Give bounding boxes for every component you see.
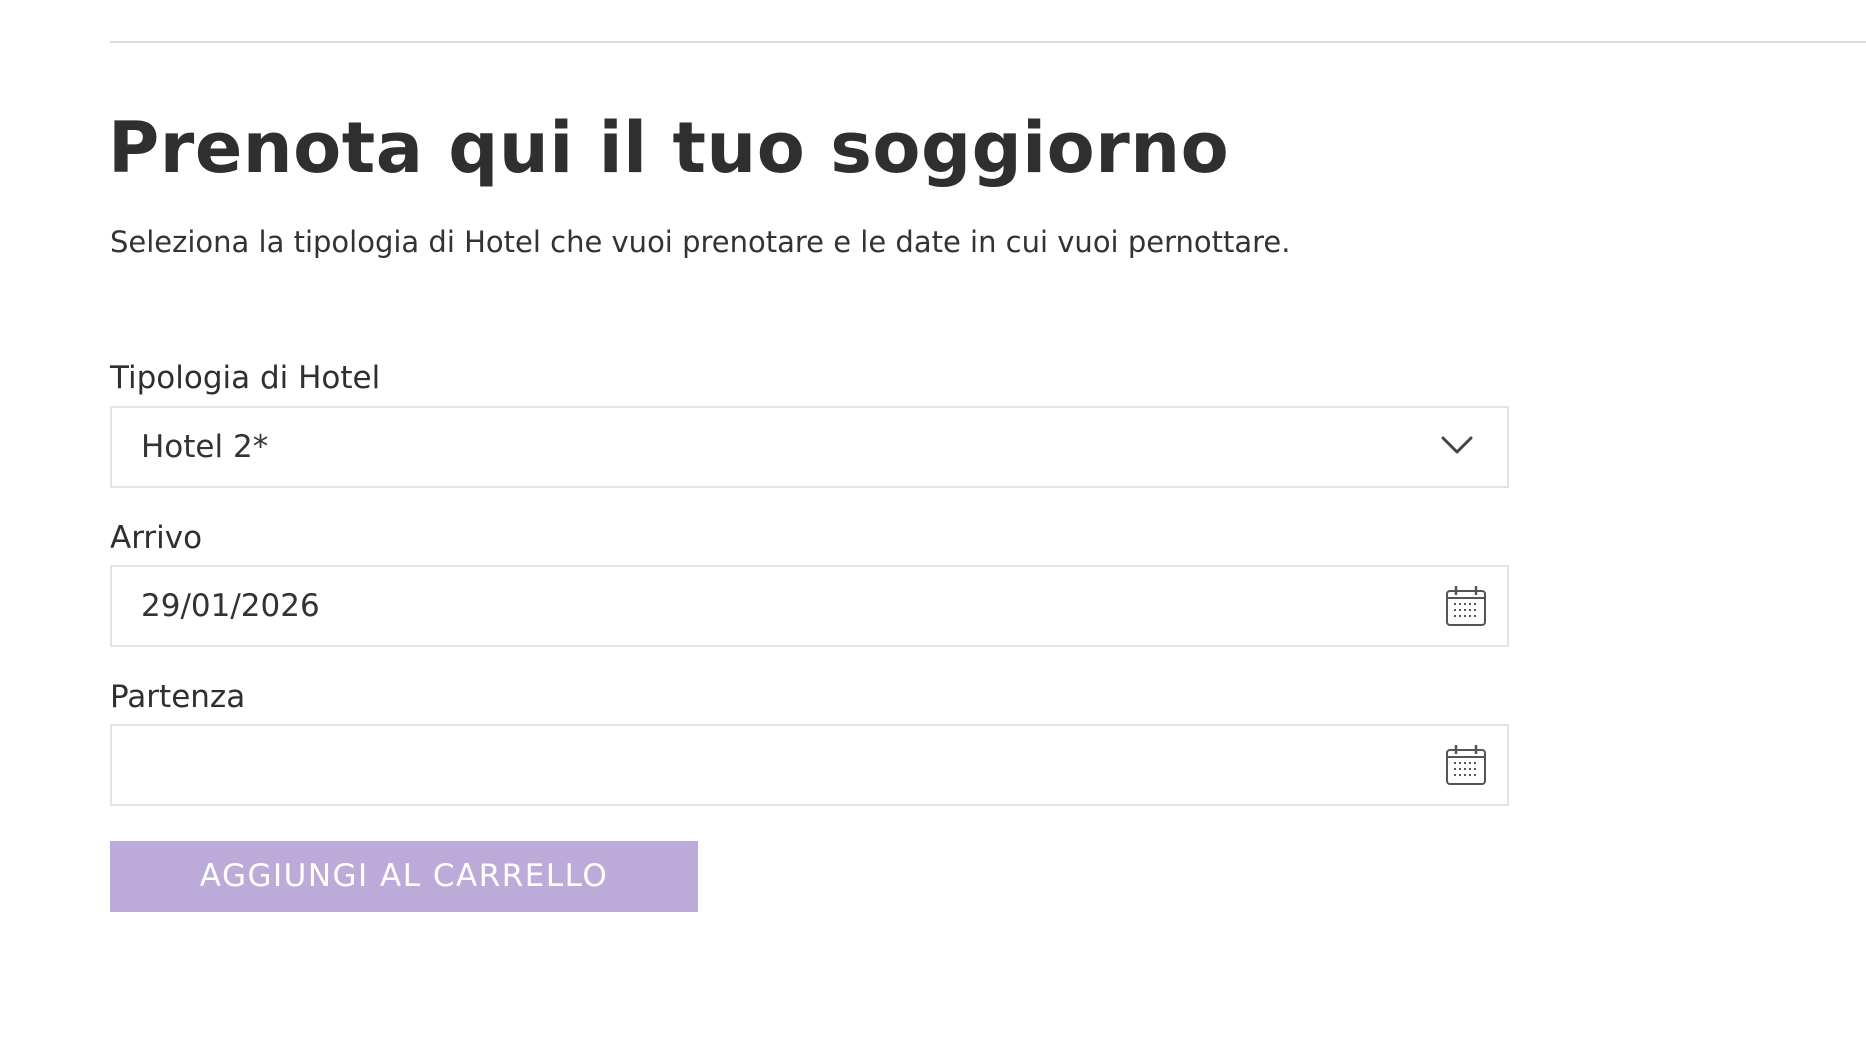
arrival-label: Arrivo xyxy=(110,520,203,556)
calendar-icon[interactable] xyxy=(1445,744,1487,786)
departure-date-field[interactable] xyxy=(110,724,1509,806)
hotel-type-select[interactable]: Hotel 2* xyxy=(110,406,1509,488)
calendar-icon[interactable] xyxy=(1445,585,1487,627)
add-to-cart-button[interactable]: AGGIUNGI AL CARRELLO xyxy=(110,841,698,912)
arrival-date-value: 29/01/2026 xyxy=(141,588,320,624)
departure-label: Partenza xyxy=(110,679,246,715)
arrival-date-field[interactable]: 29/01/2026 xyxy=(110,565,1509,647)
top-divider xyxy=(110,41,1866,43)
page-title: Prenota qui il tuo soggiorno xyxy=(108,107,1230,189)
hotel-type-selected-value: Hotel 2* xyxy=(141,429,269,465)
page-subtitle: Seleziona la tipologia di Hotel che vuoi… xyxy=(110,225,1291,259)
hotel-type-label: Tipologia di Hotel xyxy=(110,360,381,396)
chevron-down-icon[interactable] xyxy=(1441,434,1473,456)
